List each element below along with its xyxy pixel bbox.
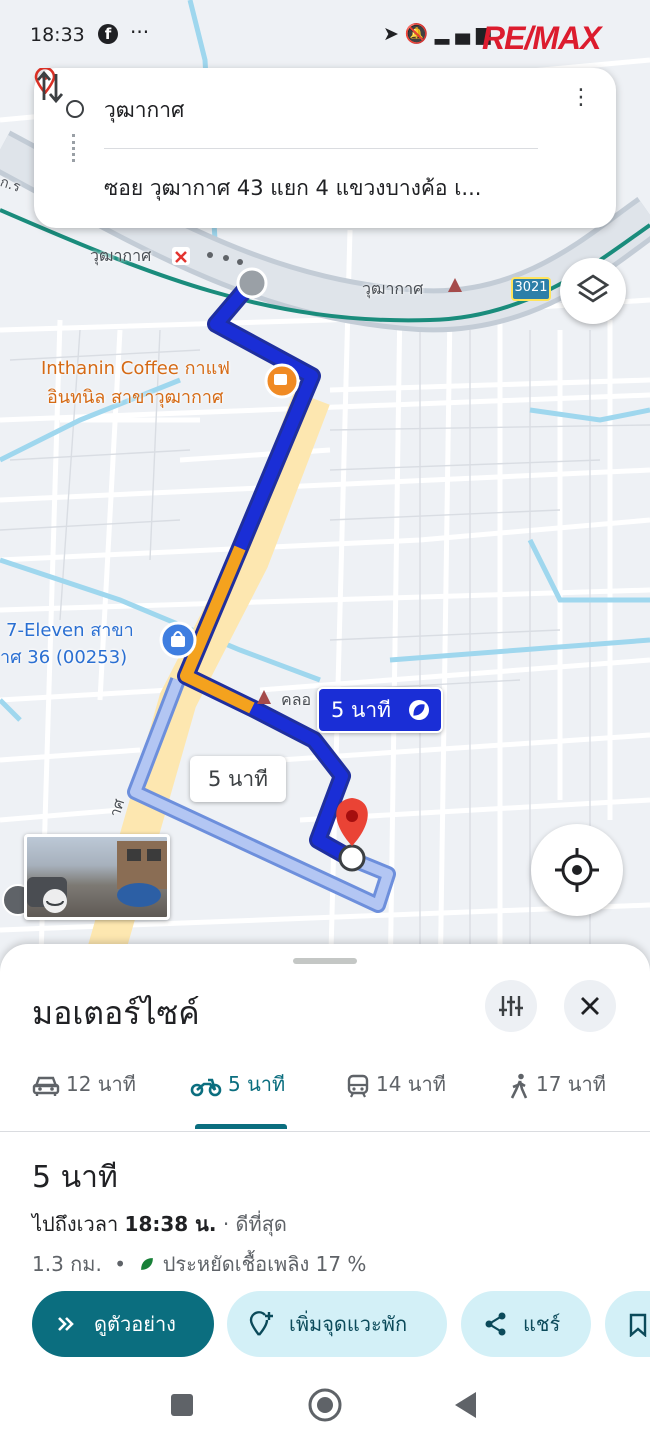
layers-icon — [576, 274, 610, 303]
route-dots-icon — [72, 134, 76, 162]
share-button[interactable]: แชร์ — [461, 1291, 591, 1357]
recents-icon — [171, 1394, 193, 1416]
system-nav-bar — [0, 1380, 650, 1445]
distance-info: 1.3 กม. • ประหยัดเชื้อเพลิง 17 % — [32, 1252, 367, 1276]
drag-handle[interactable] — [293, 958, 357, 964]
tab-motorcycle-label: 5 นาที — [228, 1072, 286, 1096]
poi-coffee-branch[interactable]: อินทนิล สาขาวุฒากาศ — [47, 386, 223, 410]
active-tab-indicator — [195, 1124, 287, 1129]
eco-leaf-icon — [141, 1258, 154, 1270]
add-stop-label: เพิ่มจุดแวะพัก — [289, 1312, 408, 1336]
more-notifications-icon: ··· — [130, 20, 150, 44]
station-label-right[interactable]: วุฒากาศ — [362, 277, 423, 302]
status-bar: 18:33 f ··· ➤🔕▂▄▆ RE/MAX — [0, 18, 650, 56]
origin-icon — [66, 100, 84, 118]
arrival-info: ไปถึงเวลา 18:38 น. · ดีที่สุด — [32, 1208, 287, 1240]
directions-card: วุฒากาศ ⋮ ซอย วุฒากาศ 43 แยก 4 แขวงบางค้… — [34, 68, 616, 228]
travel-mode-title: มอเตอร์ไซค์ — [32, 994, 200, 1032]
save-button[interactable] — [605, 1291, 650, 1357]
add-stop-button[interactable]: เพิ่มจุดแวะพัก — [227, 1291, 447, 1357]
route-time-label: 5 นาที — [331, 698, 392, 722]
tab-car-label: 12 นาที — [66, 1072, 136, 1096]
transit-icon — [347, 1074, 369, 1097]
bookmark-icon — [629, 1313, 647, 1337]
share-icon — [485, 1312, 506, 1336]
poi-711-name[interactable]: 7-Eleven สาขา — [6, 619, 134, 643]
eco-leaf-icon — [409, 700, 429, 720]
remax-watermark: RE/MAX — [482, 20, 601, 56]
tab-car[interactable]: 12 นาที — [32, 1068, 136, 1108]
arrival-time: 18:38 น. — [124, 1212, 217, 1236]
close-icon — [581, 997, 599, 1015]
route-options-button[interactable] — [485, 980, 537, 1032]
alt-route-badge[interactable]: 5 นาที — [190, 756, 286, 802]
back-icon — [455, 1392, 476, 1418]
destination-circle — [338, 844, 366, 872]
destination-field[interactable]: ซอย วุฒากาศ 43 แยก 4 แขวงบางค้อ เ... — [104, 172, 481, 205]
car-icon — [32, 1076, 60, 1096]
trip-duration: 5 นาที — [32, 1160, 118, 1195]
arrival-prefix: ไปถึงเวลา — [32, 1212, 119, 1236]
origin-field[interactable]: วุฒากาศ — [104, 94, 184, 127]
road-number: 3021 — [514, 280, 548, 295]
tune-icon — [499, 996, 523, 1016]
preview-button[interactable]: ดูตัวอย่าง — [32, 1291, 214, 1357]
route-start-marker — [236, 267, 268, 299]
walk-icon — [510, 1073, 528, 1099]
motorcycle-icon — [190, 1078, 222, 1096]
close-button[interactable] — [564, 980, 616, 1032]
location-arrow-icon: ➤ — [383, 23, 405, 45]
map-view[interactable]: วุฒากาศ วุฒากาศ 3021 Inthanin Coffee กาแ… — [0, 0, 650, 990]
share-label: แชร์ — [523, 1312, 561, 1336]
status-icons: ➤🔕▂▄▆ — [383, 22, 496, 45]
add-location-icon — [249, 1311, 273, 1336]
clock: 18:33 — [30, 24, 85, 46]
station-label-left[interactable]: วุฒากาศ — [90, 244, 151, 269]
street-view-thumbnail[interactable] — [24, 834, 170, 920]
my-location-button[interactable] — [531, 824, 623, 916]
nav-buttons — [171, 1388, 476, 1422]
tab-walk-label: 17 นาที — [536, 1072, 606, 1096]
swap-directions-icon[interactable] — [34, 68, 66, 106]
best-route-label: · ดีที่สุด — [222, 1212, 287, 1236]
preview-label: ดูตัวอย่าง — [94, 1312, 176, 1336]
tab-motorcycle[interactable]: 5 นาที — [190, 1068, 285, 1108]
double-chevron-icon — [58, 1317, 74, 1331]
directions-sheet: มอเตอร์ไซค์ 12 นาที 5 นาที 14 นาที 17 นา… — [0, 944, 650, 1445]
facebook-icon: f — [98, 24, 118, 44]
tab-transit-label: 14 นาที — [376, 1072, 446, 1096]
divider — [104, 148, 538, 149]
tab-walk[interactable]: 17 นาที — [508, 1068, 606, 1108]
trip-distance: 1.3 กม. — [32, 1252, 102, 1276]
tabs-divider — [0, 1131, 650, 1132]
mute-icon: 🔕 — [404, 23, 435, 45]
layers-button[interactable] — [560, 258, 626, 324]
poi-coffee-name[interactable]: Inthanin Coffee กาแฟ — [41, 357, 230, 381]
poi-711-branch[interactable]: าศ 36 (00253) — [0, 646, 127, 670]
street-view-image — [27, 841, 167, 913]
fuel-savings: ประหยัดเชื้อเพลิง 17 % — [162, 1252, 367, 1276]
crosshair-icon — [555, 848, 599, 892]
route-time-badge[interactable]: 5 นาที — [317, 687, 443, 733]
canal-label: คลอ — [281, 690, 312, 709]
tab-transit[interactable]: 14 นาที — [346, 1068, 446, 1108]
more-options-icon[interactable]: ⋮ — [570, 87, 592, 109]
